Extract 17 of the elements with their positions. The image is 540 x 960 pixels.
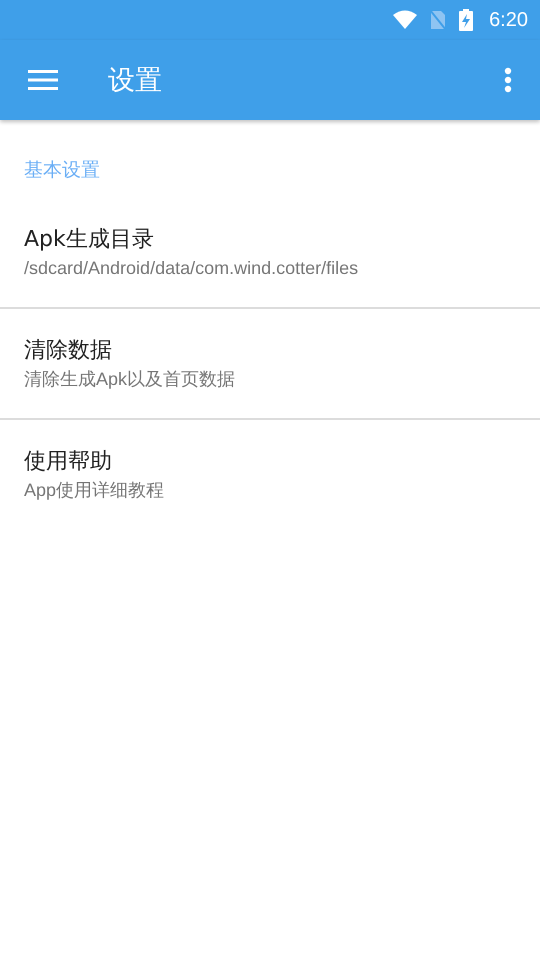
- wifi-icon: [393, 10, 418, 30]
- section-header: 基本设置: [23, 158, 101, 183]
- settings-item[interactable]: Apk生成目录 /sdcard/Android/data/com.wind.cotter/files: [0, 198, 540, 307]
- item-subtitle: 清除生成Apk以及首页数据: [24, 368, 236, 391]
- menu-icon: [28, 70, 58, 90]
- toolbar-title: 设置: [108, 64, 162, 98]
- battery-charging-icon: [459, 9, 474, 31]
- settings-item[interactable]: 清除数据 清除生成Apk以及首页数据: [0, 307, 540, 418]
- settings-item[interactable]: 使用帮助 App使用详细教程: [0, 418, 540, 529]
- item-title: Apk生成目录: [24, 226, 155, 254]
- item-title: 使用帮助: [24, 448, 113, 476]
- more-options-icon: [504, 67, 512, 93]
- item-title: 清除数据: [24, 336, 113, 364]
- no-sim-icon: [429, 9, 448, 31]
- item-subtitle: /sdcard/Android/data/com.wind.cotter/files: [24, 256, 360, 280]
- item-subtitle: App使用详细教程: [24, 478, 166, 502]
- status-time: 6:20: [489, 8, 528, 32]
